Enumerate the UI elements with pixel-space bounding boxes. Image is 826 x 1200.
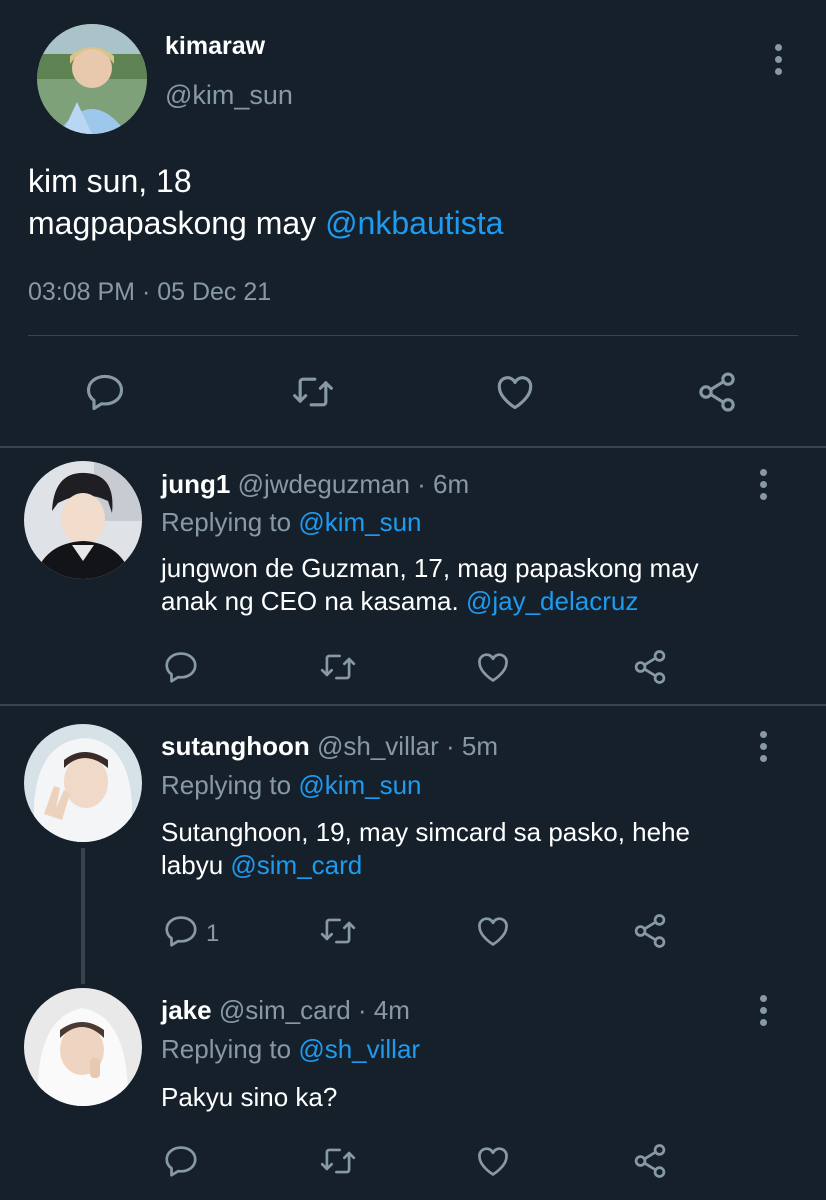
- tweet-text-line: magpapaskong may @nkbautista: [28, 202, 503, 244]
- divider: [0, 446, 826, 448]
- reply-header: jung1 @jwdeguzman · 6m: [161, 469, 469, 500]
- reply-icon[interactable]: [82, 370, 128, 414]
- reply-text: Pakyu sino ka?: [161, 1081, 337, 1114]
- reply-text: Sutanghoon, 19, may simcard sa pasko, he…: [161, 816, 690, 882]
- mention-link[interactable]: @kim_sun: [298, 770, 421, 800]
- reply-tweet[interactable]: jake @sim_card · 4m Replying to @sh_vill…: [0, 970, 826, 1200]
- avatar[interactable]: [24, 724, 142, 842]
- retweet-icon[interactable]: [316, 912, 360, 950]
- tweet-text-line: kim sun, 18: [28, 163, 192, 199]
- display-name[interactable]: kimaraw: [165, 32, 265, 61]
- divider: [28, 335, 798, 336]
- reply-tweet[interactable]: jung1 @jwdeguzman · 6m Replying to @kim_…: [0, 449, 826, 704]
- like-icon[interactable]: [473, 648, 513, 686]
- replying-to: Replying to @kim_sun: [161, 507, 422, 538]
- mention-link[interactable]: @sh_villar: [298, 1034, 420, 1064]
- reply-text-segment: anak ng CEO na kasama.: [161, 586, 466, 616]
- reply-text-line: jungwon de Guzman, 17, mag papaskong may: [161, 553, 699, 583]
- reply-text-line: Pakyu sino ka?: [161, 1082, 338, 1112]
- display-name[interactable]: jake: [161, 995, 212, 1025]
- tweet-text-segment: magpapaskong may: [28, 205, 326, 241]
- replying-label: Replying to: [161, 507, 299, 537]
- replying-to: Replying to @sh_villar: [161, 1034, 420, 1065]
- more-options-icon[interactable]: [757, 731, 769, 762]
- reply-tweet[interactable]: sutanghoon @sh_villar · 5m Replying to @…: [0, 706, 826, 970]
- mention-link[interactable]: @sim_card: [230, 850, 362, 880]
- reply-actions: 1: [0, 912, 826, 952]
- replying-to: Replying to @kim_sun: [161, 770, 422, 801]
- reply-text-segment: labyu: [161, 850, 231, 880]
- like-icon[interactable]: [473, 1142, 513, 1180]
- retweet-icon[interactable]: [288, 370, 338, 414]
- avatar[interactable]: [37, 24, 147, 134]
- replying-label: Replying to: [161, 1034, 299, 1064]
- more-options-icon[interactable]: [757, 995, 769, 1026]
- more-options-icon[interactable]: [772, 44, 784, 75]
- user-handle[interactable]: @kim_sun: [165, 80, 293, 111]
- like-icon[interactable]: [492, 370, 538, 414]
- more-options-icon[interactable]: [757, 469, 769, 500]
- reply-text-line: Sutanghoon, 19, may simcard sa pasko, he…: [161, 817, 690, 847]
- tweet-timestamp[interactable]: 03:08 PM · 05 Dec 21: [28, 278, 271, 307]
- retweet-icon[interactable]: [316, 648, 360, 686]
- avatar[interactable]: [24, 461, 142, 579]
- reply-actions: [0, 648, 826, 688]
- reply-actions: [0, 1142, 826, 1182]
- avatar[interactable]: [24, 988, 142, 1106]
- reply-text: jungwon de Guzman, 17, mag papaskong may…: [161, 552, 699, 618]
- replying-label: Replying to: [161, 770, 299, 800]
- reply-text-line: labyu @sim_card: [161, 849, 690, 882]
- share-icon[interactable]: [630, 648, 670, 686]
- tweet-text: kim sun, 18 magpapaskong may @nkbautista: [28, 160, 503, 244]
- handle-and-time[interactable]: @sh_villar · 5m: [310, 731, 498, 761]
- display-name[interactable]: jung1: [161, 469, 230, 499]
- like-icon[interactable]: [473, 912, 513, 950]
- share-icon[interactable]: [630, 1142, 670, 1180]
- reply-text-line: anak ng CEO na kasama. @jay_delacruz: [161, 585, 699, 618]
- handle-and-time[interactable]: @jwdeguzman · 6m: [230, 469, 470, 499]
- reply-header: jake @sim_card · 4m: [161, 995, 410, 1026]
- handle-and-time[interactable]: @sim_card · 4m: [212, 995, 410, 1025]
- retweet-icon[interactable]: [316, 1142, 360, 1180]
- reply-icon[interactable]: [161, 912, 201, 950]
- mention-link[interactable]: @nkbautista: [325, 205, 503, 241]
- mention-link[interactable]: @kim_sun: [298, 507, 421, 537]
- mention-link[interactable]: @jay_delacruz: [466, 586, 638, 616]
- tweet-actions: [0, 370, 826, 414]
- main-tweet[interactable]: kimaraw @kim_sun kim sun, 18 magpapaskon…: [0, 0, 826, 446]
- reply-icon[interactable]: [161, 1142, 201, 1180]
- reply-count: 1: [206, 920, 220, 947]
- reply-icon[interactable]: [161, 648, 201, 686]
- share-icon[interactable]: [630, 912, 670, 950]
- display-name[interactable]: sutanghoon: [161, 731, 310, 761]
- share-icon[interactable]: [694, 370, 740, 414]
- reply-header: sutanghoon @sh_villar · 5m: [161, 731, 498, 762]
